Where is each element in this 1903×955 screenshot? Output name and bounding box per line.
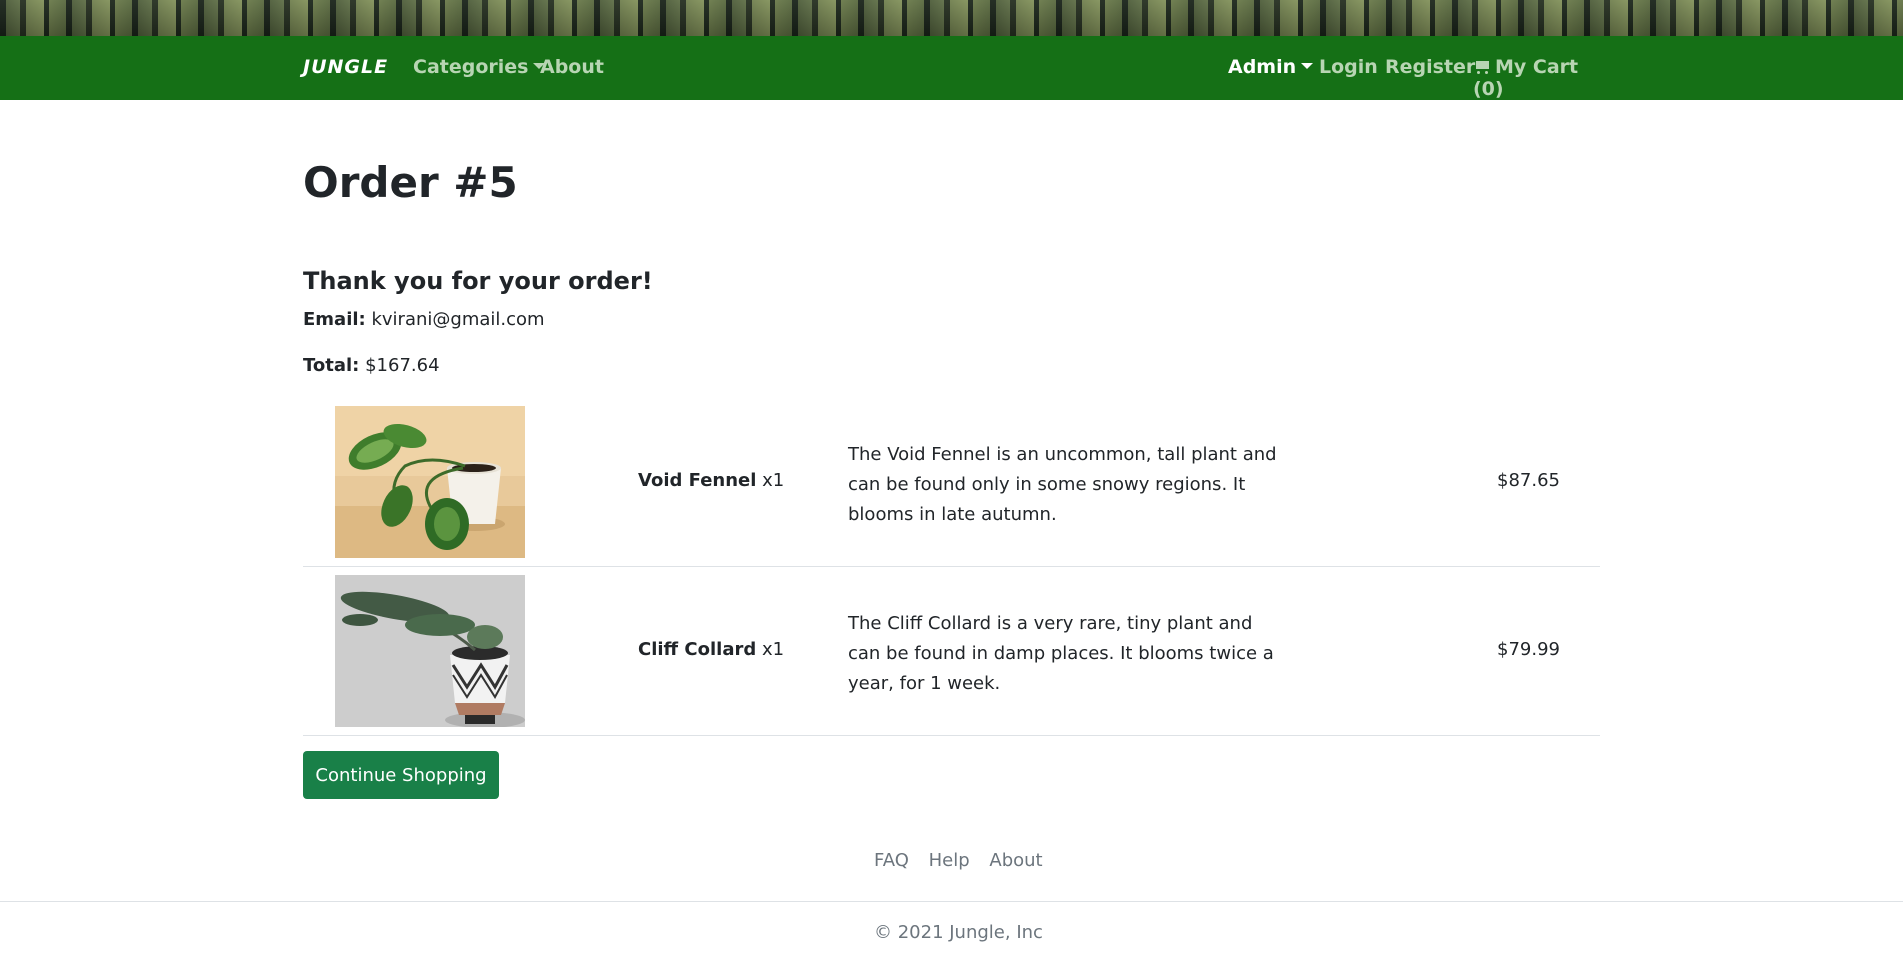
item-description: The Cliff Collard is a very rare, tiny p… bbox=[848, 613, 1274, 694]
order-email: Email: kvirani@gmail.com bbox=[303, 309, 545, 330]
item-description: The Void Fennel is an uncommon, tall pla… bbox=[848, 444, 1277, 525]
order-items-table: Void Fennel x1 The Void Fennel is an unc… bbox=[303, 398, 1600, 736]
categories-dropdown[interactable]: Categories bbox=[413, 56, 546, 78]
order-total: Total: $167.64 bbox=[303, 355, 440, 376]
continue-shopping-button[interactable]: Continue Shopping bbox=[303, 751, 499, 799]
cart-link[interactable]: My Cart (0) bbox=[1473, 56, 1593, 100]
brand-logo[interactable]: JUNGLE bbox=[303, 56, 388, 78]
item-price: $87.65 bbox=[1497, 470, 1560, 491]
item-price: $79.99 bbox=[1497, 639, 1560, 660]
forest-header-banner bbox=[0, 0, 1903, 36]
footer-about-link[interactable]: About bbox=[989, 850, 1042, 871]
login-link[interactable]: Login bbox=[1319, 56, 1378, 78]
cart-icon bbox=[1473, 60, 1491, 74]
copyright: © 2021 Jungle, Inc bbox=[874, 922, 1043, 943]
table-row: Void Fennel x1 The Void Fennel is an unc… bbox=[303, 398, 1600, 567]
table-row: Cliff Collard x1 The Cliff Collard is a … bbox=[303, 567, 1600, 736]
item-name: Void Fennel x1 bbox=[638, 470, 785, 491]
navbar: JUNGLE Categories About Admin Login Regi… bbox=[0, 36, 1903, 100]
void-fennel-image bbox=[335, 406, 525, 558]
thank-you-heading: Thank you for your order! bbox=[303, 267, 653, 295]
footer-links: FAQ Help About bbox=[874, 850, 1057, 871]
page-title: Order #5 bbox=[303, 158, 518, 207]
register-link[interactable]: Register bbox=[1385, 56, 1475, 78]
nav-about-link[interactable]: About bbox=[540, 56, 604, 78]
footer-divider bbox=[0, 901, 1903, 902]
footer-faq-link[interactable]: FAQ bbox=[874, 850, 909, 871]
admin-dropdown[interactable]: Admin bbox=[1228, 56, 1314, 78]
chevron-down-icon bbox=[1301, 63, 1314, 69]
cliff-collard-image bbox=[335, 575, 525, 727]
item-name: Cliff Collard x1 bbox=[638, 639, 785, 660]
footer-help-link[interactable]: Help bbox=[929, 850, 970, 871]
